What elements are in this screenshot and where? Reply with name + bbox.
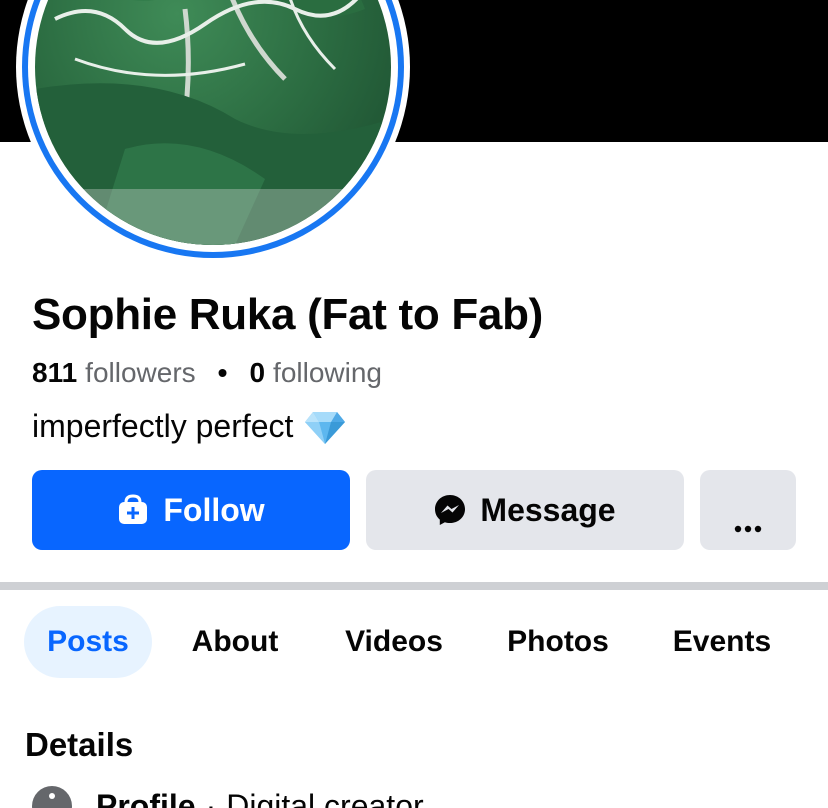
add-friend-icon: [117, 494, 149, 526]
follow-stats: 811 followers • 0 following: [32, 357, 382, 389]
profile-page: Sophie Ruka (Fat to Fab) 811 followers •…: [0, 0, 828, 808]
stats-separator: •: [217, 357, 228, 388]
profile-tabs: Posts About Videos Photos Events: [0, 606, 828, 678]
followers-count[interactable]: 811: [32, 357, 77, 389]
detail-value: Digital creator: [226, 787, 424, 808]
tab-photos[interactable]: Photos: [490, 606, 626, 678]
details-heading: Details: [25, 726, 134, 763]
follow-button[interactable]: Follow: [32, 470, 350, 550]
detail-label: Profile: [96, 787, 196, 808]
messenger-icon: [434, 494, 466, 526]
tab-videos[interactable]: Videos: [326, 606, 462, 678]
tab-posts[interactable]: Posts: [24, 606, 152, 678]
avatar: [35, 0, 391, 245]
more-options-button[interactable]: [700, 470, 796, 550]
tab-events[interactable]: Events: [656, 606, 788, 678]
profile-bio: imperfectly perfect: [32, 408, 346, 445]
bio-text: imperfectly perfect: [32, 408, 294, 444]
profile-name: Sophie Ruka (Fat to Fab): [32, 290, 544, 339]
detail-separator: ·: [205, 787, 217, 808]
message-button[interactable]: Message: [366, 470, 684, 550]
gem-stone-icon: [305, 410, 346, 444]
follow-label: Follow: [163, 491, 265, 528]
detail-row-profile: Profile · Digital creator: [32, 786, 424, 808]
story-ring: [22, 0, 404, 258]
message-label: Message: [480, 491, 616, 528]
followers-label[interactable]: followers: [85, 357, 195, 389]
following-count[interactable]: 0: [249, 357, 265, 389]
section-divider: [0, 582, 828, 590]
profile-picture[interactable]: [16, 0, 410, 264]
more-options-icon: [733, 505, 763, 533]
info-icon: [32, 786, 72, 808]
following-label[interactable]: following: [273, 357, 382, 389]
tab-about[interactable]: About: [174, 606, 296, 678]
